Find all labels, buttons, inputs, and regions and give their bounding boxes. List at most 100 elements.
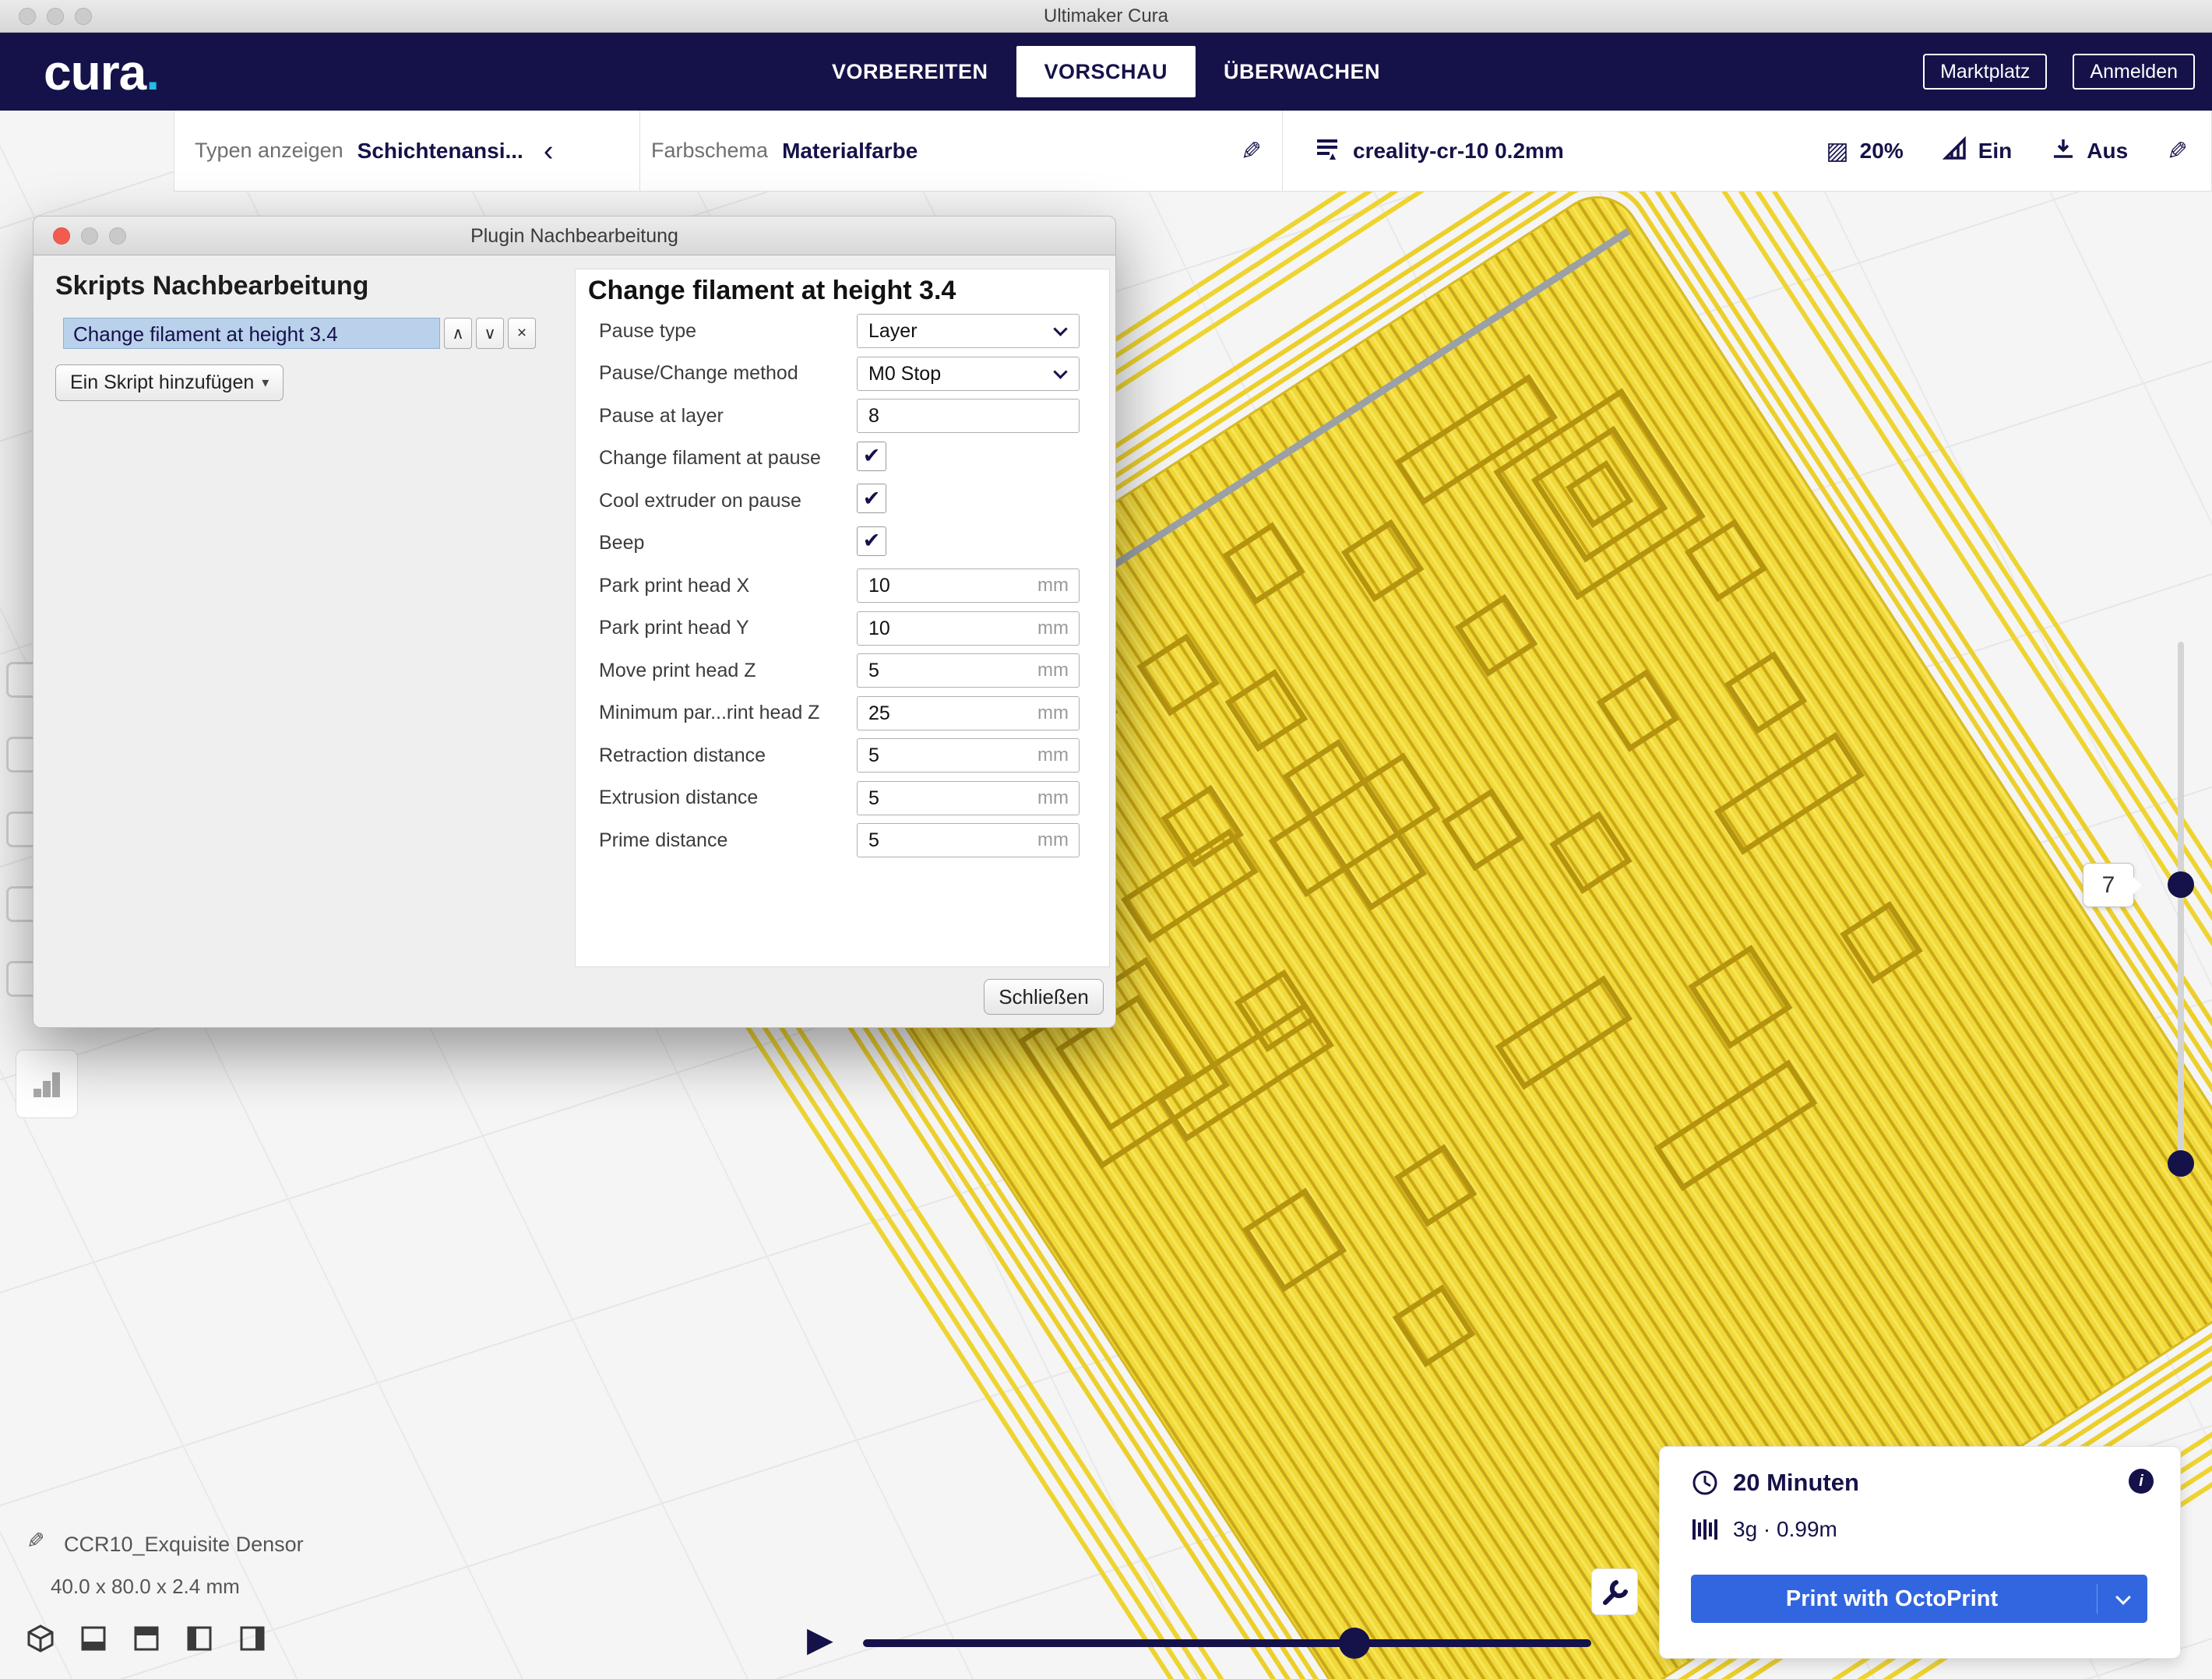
print-settings-summary[interactable]: creality-cr-10 0.2mm ▨ 20% Ein Aus ✎ (1283, 111, 2211, 191)
material-usage: 3g · 0.99m (1733, 1517, 1837, 1542)
signin-button[interactable]: Anmelden (2073, 54, 2195, 90)
path-slider-handle[interactable] (1339, 1628, 1370, 1659)
pause-at-layer-input[interactable]: 8 (857, 399, 1080, 433)
dropdown-triangle-icon: ▾ (262, 375, 269, 391)
field-label: Cool extruder on pause (599, 490, 857, 512)
add-script-button[interactable]: Ein Skript hinzufügen ▾ (55, 364, 284, 401)
settings-heading: Change filament at height 3.4 (588, 276, 956, 306)
field-label: Move print head Z (599, 660, 857, 682)
field-row-retraction: Retraction distance 5mm (576, 734, 1109, 777)
field-label: Prime distance (599, 829, 857, 852)
move-script-down-button[interactable]: ∨ (476, 318, 504, 349)
wrench-icon (1599, 1576, 1630, 1607)
layer-slider-lower-handle[interactable] (2168, 1150, 2194, 1177)
info-icon[interactable]: i (2129, 1469, 2154, 1494)
view-right-icon[interactable] (235, 1621, 269, 1656)
field-row-beep: Beep ✔ (576, 523, 1109, 565)
tab-vorschau[interactable]: VORSCHAU (1016, 46, 1196, 97)
marketplace-button[interactable]: Marktplatz (1923, 54, 2047, 90)
infill-value: 20% (1860, 139, 1904, 164)
adhesion-icon (2051, 136, 2076, 165)
model-name: CCR10_Exquisite Densor (64, 1533, 304, 1557)
field-row-move-z: Move print head Z 5mm (576, 649, 1109, 692)
model-dimensions: 40.0 x 80.0 x 2.4 mm (51, 1575, 240, 1599)
edit-pencil-icon[interactable]: ✎ (1241, 136, 1262, 166)
field-label: Retraction distance (599, 744, 857, 767)
infill-chip[interactable]: ▨ 20% (1826, 139, 1903, 164)
chevron-down-icon[interactable] (2115, 1589, 2131, 1605)
field-row-pause-method: Pause/Change method M0 Stop (576, 353, 1109, 396)
layer-slider-track[interactable] (2178, 642, 2184, 1177)
close-dialog-button[interactable]: Schließen (984, 979, 1104, 1015)
field-label: Park print head X (599, 575, 857, 597)
edit-print-settings-pencil-icon[interactable]: ✎ (2167, 136, 2188, 166)
clock-icon (1691, 1469, 1719, 1497)
field-label: Pause at layer (599, 405, 857, 428)
field-label: Pause/Change method (599, 362, 857, 385)
scripts-heading: Skripts Nachbearbeitung (55, 271, 368, 301)
support-icon (1943, 136, 1967, 165)
pause-method-select[interactable]: M0 Stop (857, 357, 1080, 391)
field-label: Extrusion distance (599, 787, 857, 809)
camera-view-presets (23, 1621, 269, 1656)
logo-dot-icon: . (146, 44, 159, 100)
field-label: Park print head Y (599, 617, 857, 639)
adhesion-chip[interactable]: Aus (2051, 136, 2128, 165)
unit-label: mm (1037, 738, 1069, 773)
tab-ueberwachen[interactable]: ÜBERWACHEN (1196, 46, 1408, 97)
button-divider (2097, 1584, 2098, 1614)
support-blocker-tool[interactable] (16, 1050, 78, 1118)
printer-profile-value[interactable]: creality-cr-10 0.2mm (1353, 139, 1564, 164)
cool-extruder-checkbox[interactable]: ✔ (857, 484, 886, 513)
change-filament-checkbox[interactable]: ✔ (857, 442, 886, 471)
color-scheme-selector[interactable]: Farbschema Materialfarbe ✎ (640, 111, 1282, 191)
print-settings-adjust-button[interactable] (1591, 1568, 1638, 1615)
layer-slider-upper-handle[interactable] (2168, 871, 2194, 898)
play-button[interactable]: ▶ (807, 1620, 833, 1660)
field-label: Change filament at pause (599, 447, 857, 470)
color-scheme-value[interactable]: Materialfarbe (782, 139, 918, 164)
tab-vorbereiten[interactable]: VORBEREITEN (804, 46, 1016, 97)
field-label: Pause type (599, 320, 857, 343)
window-titlebar: Ultimaker Cura (0, 0, 2212, 33)
move-script-up-button[interactable]: ∧ (444, 318, 472, 349)
beep-checkbox[interactable]: ✔ (857, 526, 886, 556)
support-value: Ein (1978, 139, 2013, 164)
unit-label: mm (1037, 653, 1069, 688)
view-top-icon[interactable] (129, 1621, 164, 1656)
post-processing-dialog: Plugin Nachbearbeitung Skripts Nachbearb… (33, 216, 1116, 1028)
pause-type-select[interactable]: Layer (857, 314, 1080, 348)
support-chip[interactable]: Ein (1943, 136, 2013, 165)
selected-script-item[interactable]: Change filament at height 3.4 (63, 318, 440, 349)
material-icon (1692, 1518, 1719, 1541)
view-left-icon[interactable] (182, 1621, 217, 1656)
field-row-cool-extruder: Cool extruder on pause ✔ (576, 480, 1109, 523)
unit-label: mm (1037, 823, 1069, 857)
field-row-pause-type: Pause type Layer (576, 310, 1109, 353)
field-row-park-y: Park print head Y 10mm (576, 607, 1109, 650)
print-with-octoprint-button[interactable]: Print with OctoPrint (1691, 1575, 2147, 1623)
unit-label: mm (1037, 568, 1069, 603)
collapse-chevron-icon[interactable]: ‹ (544, 139, 554, 163)
view-type-value[interactable]: Schichtenansi... (358, 139, 523, 164)
view-3d-icon[interactable] (23, 1621, 58, 1656)
unit-label: mm (1037, 611, 1069, 646)
path-slider-track[interactable] (863, 1639, 1591, 1647)
stage-tabs: VORBEREITEN VORSCHAU ÜBERWACHEN (804, 46, 1408, 97)
view-toolbar: Typen anzeigen Schichtenansi... ‹ Farbsc… (174, 111, 2212, 192)
cura-logo: cura. (44, 44, 159, 101)
dialog-titlebar: Plugin Nachbearbeitung (33, 216, 1115, 255)
field-label: Minimum par...rint head Z (599, 702, 857, 724)
view-front-icon[interactable] (76, 1621, 111, 1656)
remove-script-button[interactable]: × (508, 318, 536, 349)
print-button-label: Print with OctoPrint (1691, 1575, 2093, 1623)
field-row-prime: Prime distance 5mm (576, 819, 1109, 862)
print-job-card: 20 Minuten i 3g · 0.99m Print with OctoP… (1659, 1446, 2181, 1659)
layer-number-tooltip: 7 (2083, 863, 2134, 907)
script-list-row: Change filament at height 3.4 ∧ ∨ × (63, 318, 536, 349)
field-row-minimum-z: Minimum par...rint head Z 25mm (576, 692, 1109, 735)
rename-pencil-icon[interactable]: ✎ (26, 1528, 44, 1554)
view-type-selector[interactable]: Typen anzeigen Schichtenansi... ‹ (174, 111, 639, 191)
field-label: Beep (599, 532, 857, 554)
field-row-pause-at-layer: Pause at layer 8 (576, 395, 1109, 438)
